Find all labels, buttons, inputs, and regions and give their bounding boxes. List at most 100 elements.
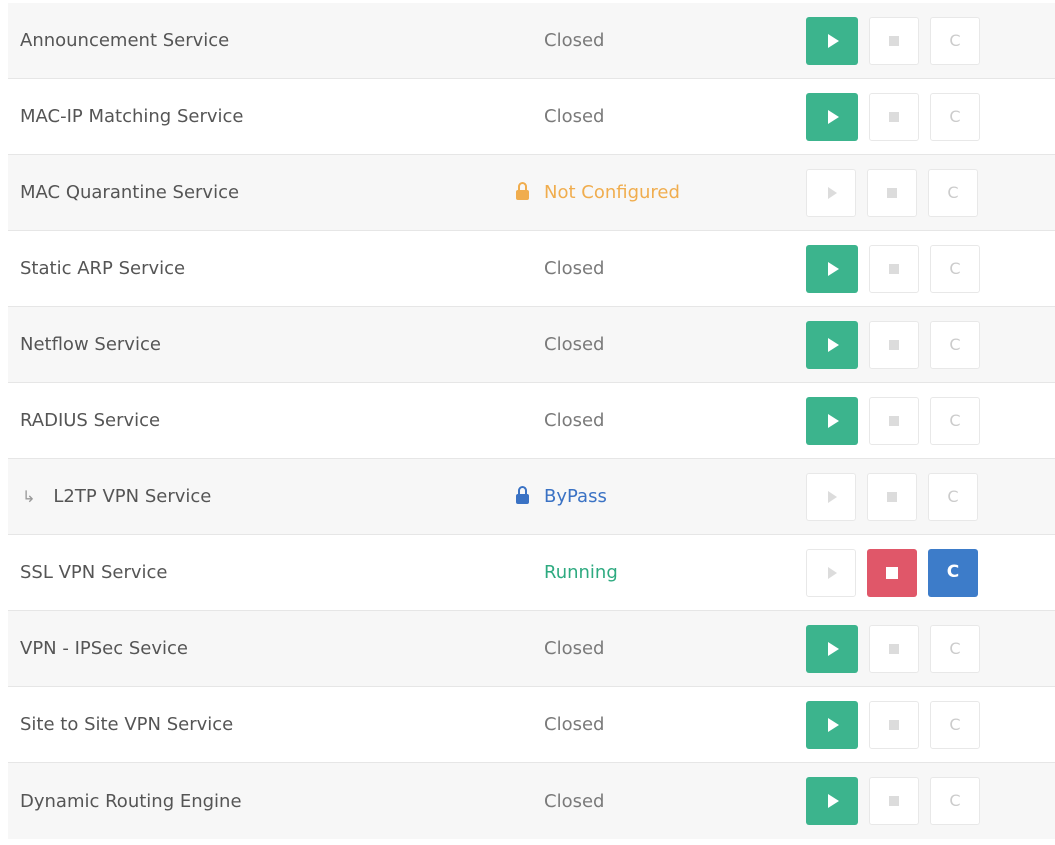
service-status: Closed (544, 258, 605, 279)
service-status: ByPass (516, 459, 607, 534)
service-status-text: ByPass (544, 486, 607, 507)
service-name: L2TP VPN Service (53, 486, 212, 507)
refresh-icon: C (949, 30, 961, 50)
start-button[interactable] (806, 320, 858, 369)
stop-button[interactable] (867, 168, 917, 217)
service-row-netflow: Netflow Service Closed C (8, 307, 1055, 383)
service-actions: C (806, 611, 980, 686)
refresh-icon: C (949, 410, 961, 430)
service-name: Netflow Service (20, 334, 161, 355)
start-button[interactable] (806, 244, 858, 293)
start-button[interactable] (806, 168, 856, 217)
service-name: Announcement Service (20, 30, 230, 51)
refresh-icon: C (946, 562, 960, 582)
play-icon (828, 186, 837, 199)
service-status: Closed (544, 30, 605, 51)
service-row-vpn-ipsec: VPN - IPSec Sevice Closed C (8, 611, 1055, 687)
play-icon (828, 33, 839, 48)
stop-button[interactable] (869, 92, 919, 141)
start-button[interactable] (806, 92, 858, 141)
stop-icon (889, 339, 899, 350)
stop-button[interactable] (867, 472, 917, 521)
play-icon (828, 109, 839, 124)
restart-button[interactable]: C (930, 624, 980, 673)
play-icon (828, 641, 839, 656)
service-actions: C (806, 535, 978, 610)
refresh-icon: C (949, 638, 961, 658)
stop-icon (889, 415, 899, 426)
stop-button[interactable] (869, 16, 919, 65)
service-status: Closed (544, 714, 605, 735)
lock-icon (516, 486, 529, 504)
service-actions: C (806, 687, 980, 762)
service-status: Closed (544, 334, 605, 355)
service-actions: C (806, 383, 980, 458)
refresh-icon: C (949, 106, 961, 126)
stop-icon (889, 796, 899, 806)
stop-icon (889, 111, 899, 122)
start-button[interactable] (806, 472, 856, 521)
stop-button[interactable] (869, 396, 919, 445)
service-row-ssl-vpn: SSL VPN Service Running C (8, 535, 1055, 611)
service-row-l2tp-vpn: ↳ L2TP VPN Service ByPass C (8, 459, 1055, 535)
start-button[interactable] (806, 16, 858, 65)
stop-button[interactable] (869, 244, 919, 293)
stop-button[interactable] (869, 320, 919, 369)
service-name: Site to Site VPN Service (20, 714, 234, 735)
stop-icon (889, 719, 899, 730)
restart-button[interactable]: C (930, 16, 980, 65)
refresh-icon: C (949, 258, 961, 278)
service-actions: C (806, 3, 980, 78)
service-row-mac-ip-matching: MAC-IP Matching Service Closed C (8, 79, 1055, 155)
stop-button[interactable] (869, 624, 919, 673)
restart-button[interactable]: C (930, 700, 980, 749)
restart-button[interactable]: C (930, 396, 980, 445)
service-row-radius: RADIUS Service Closed C (8, 383, 1055, 459)
service-actions: C (806, 79, 980, 154)
restart-button[interactable]: C (930, 320, 980, 369)
lock-icon (516, 182, 529, 200)
start-button[interactable] (806, 777, 858, 825)
service-row-mac-quarantine: MAC Quarantine Service Not Configured C (8, 155, 1055, 231)
restart-button[interactable]: C (930, 777, 980, 825)
refresh-icon: C (949, 334, 961, 354)
restart-button[interactable]: C (930, 244, 980, 293)
restart-button[interactable]: C (930, 92, 980, 141)
play-icon (828, 413, 839, 428)
service-row-dynamic-routing: Dynamic Routing Engine Closed C (8, 763, 1055, 839)
stop-icon (886, 566, 898, 579)
service-name-container: ↳ L2TP VPN Service (20, 459, 211, 534)
service-status-text: Not Configured (544, 182, 680, 203)
refresh-icon: C (949, 791, 961, 810)
service-actions: C (806, 155, 978, 230)
service-name: SSL VPN Service (20, 562, 168, 583)
play-icon (828, 490, 837, 503)
start-button[interactable] (806, 396, 858, 445)
service-name: MAC Quarantine Service (20, 182, 240, 203)
stop-icon (889, 263, 899, 274)
service-status: Closed (544, 410, 605, 431)
play-icon (828, 794, 839, 808)
service-row-site-to-site-vpn: Site to Site VPN Service Closed C (8, 687, 1055, 763)
service-name: VPN - IPSec Sevice (20, 638, 188, 659)
play-icon (828, 566, 837, 579)
restart-button[interactable]: C (928, 472, 978, 521)
service-actions: C (806, 307, 980, 382)
service-status: Closed (544, 790, 605, 812)
stop-button[interactable] (869, 777, 919, 825)
services-table: Announcement Service Closed C MAC-IP Mat… (8, 3, 1055, 839)
start-button[interactable] (806, 548, 856, 597)
play-icon (828, 337, 839, 352)
start-button[interactable] (806, 624, 858, 673)
service-actions: C (806, 763, 980, 839)
stop-button[interactable] (869, 700, 919, 749)
service-actions: C (806, 459, 978, 534)
refresh-icon: C (947, 486, 959, 506)
service-row-announcement: Announcement Service Closed C (8, 3, 1055, 79)
start-button[interactable] (806, 700, 858, 749)
restart-button[interactable]: C (928, 548, 978, 597)
refresh-icon: C (949, 714, 961, 734)
stop-button[interactable] (867, 548, 917, 597)
service-status: Running (544, 562, 618, 583)
restart-button[interactable]: C (928, 168, 978, 217)
